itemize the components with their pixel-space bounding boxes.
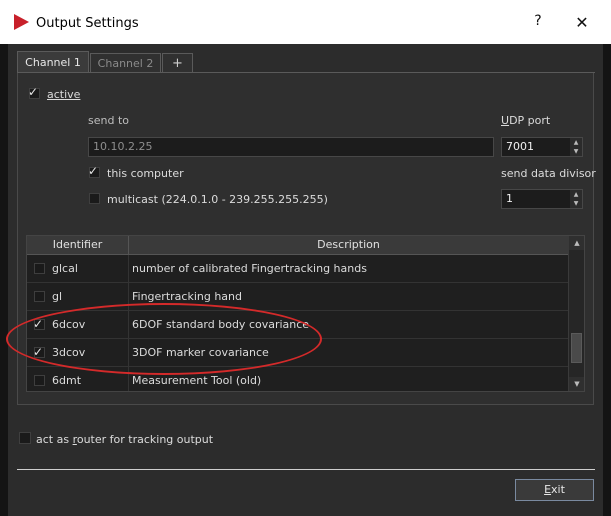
ip-address-field[interactable]: 10.10.2.25 [88,137,494,157]
exit-button[interactable]: Exit [515,479,594,501]
bottom-separator [17,469,595,470]
table-row[interactable]: glcal number of calibrated Fingertrackin… [27,255,568,283]
row-identifier: glcal [52,262,78,275]
active-label: active [47,88,81,101]
row-checkbox[interactable] [34,375,45,386]
udp-port-spin-buttons[interactable]: ▲ ▼ [570,138,582,156]
row-identifier: gl [52,290,63,303]
spin-up-icon[interactable]: ▲ [570,190,582,199]
table-header: Identifier Description [27,236,568,255]
table-scrollbar[interactable]: ▲ ▼ [568,236,584,391]
red-annotation-ellipse [6,303,322,375]
udp-port-label: UDP port [501,114,551,127]
row-checkbox[interactable] [34,291,45,302]
row-description: Fingertracking hand [132,290,242,303]
scroll-up-icon[interactable]: ▲ [569,236,584,250]
active-check-icon: ✓ [28,85,39,99]
spin-up-icon[interactable]: ▲ [570,138,582,147]
app-logo-icon [14,14,29,30]
row-checkbox[interactable] [34,263,45,274]
add-tab-button[interactable]: + [162,53,193,73]
send-data-divisor-label: send data divisor [501,167,596,180]
help-button[interactable]: ? [526,13,550,33]
background-strip-left [0,44,8,516]
close-button[interactable]: ✕ [570,11,594,35]
column-header-identifier[interactable]: Identifier [27,236,129,254]
router-label: act as router for tracking output [36,433,214,446]
column-header-description[interactable]: Description [129,236,568,254]
this-computer-label: this computer [107,167,184,180]
row-description: Measurement Tool (old) [132,374,262,387]
window-title: Output Settings [36,16,139,31]
row-identifier: 6dmt [52,374,82,387]
tab-channel-1[interactable]: Channel 1 [17,51,89,73]
divisor-spin-buttons[interactable]: ▲ ▼ [570,190,582,208]
scrollbar-thumb[interactable] [571,333,582,363]
send-to-label: send to [88,114,129,127]
multicast-checkbox[interactable] [89,193,100,204]
spin-down-icon[interactable]: ▼ [570,147,582,156]
tab-channel-2[interactable]: Channel 2 [90,53,161,73]
row-description: number of calibrated Fingertracking hand… [132,262,367,275]
this-computer-check-icon: ✓ [88,164,99,178]
spin-down-icon[interactable]: ▼ [570,199,582,208]
multicast-label: multicast (224.0.1.0 - 239.255.255.255) [107,193,328,206]
scroll-down-icon[interactable]: ▼ [569,377,584,391]
background-strip-right [603,44,611,516]
router-checkbox[interactable] [19,432,31,444]
